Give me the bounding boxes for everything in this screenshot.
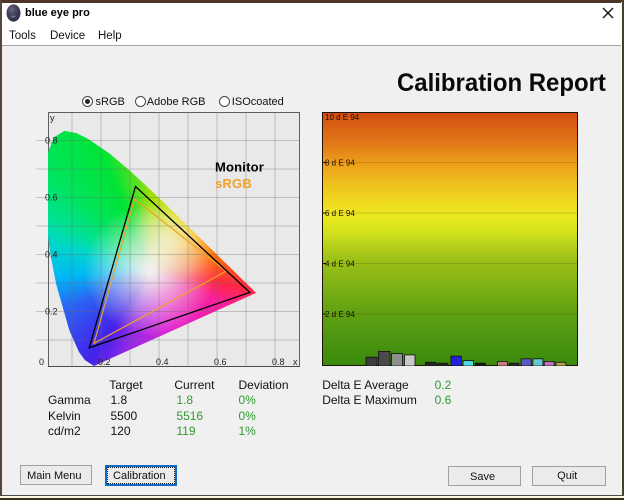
svg-text:sRGB: sRGB xyxy=(215,176,252,191)
svg-text:0.4: 0.4 xyxy=(45,250,58,260)
svg-text:y: y xyxy=(50,113,55,123)
svg-text:Monitor: Monitor xyxy=(215,160,264,175)
svg-text:0.4: 0.4 xyxy=(156,357,169,367)
svg-text:x: x xyxy=(293,357,298,367)
svg-text:0.6: 0.6 xyxy=(214,357,227,367)
svg-text:0.6: 0.6 xyxy=(45,193,58,203)
svg-text:0.2: 0.2 xyxy=(98,357,111,367)
svg-text:0: 0 xyxy=(39,357,44,367)
svg-text:10 d E 94: 10 d E 94 xyxy=(325,113,360,122)
svg-text:0.8: 0.8 xyxy=(272,357,285,367)
svg-text:0.8: 0.8 xyxy=(45,136,58,146)
svg-text:0.2: 0.2 xyxy=(45,307,58,317)
